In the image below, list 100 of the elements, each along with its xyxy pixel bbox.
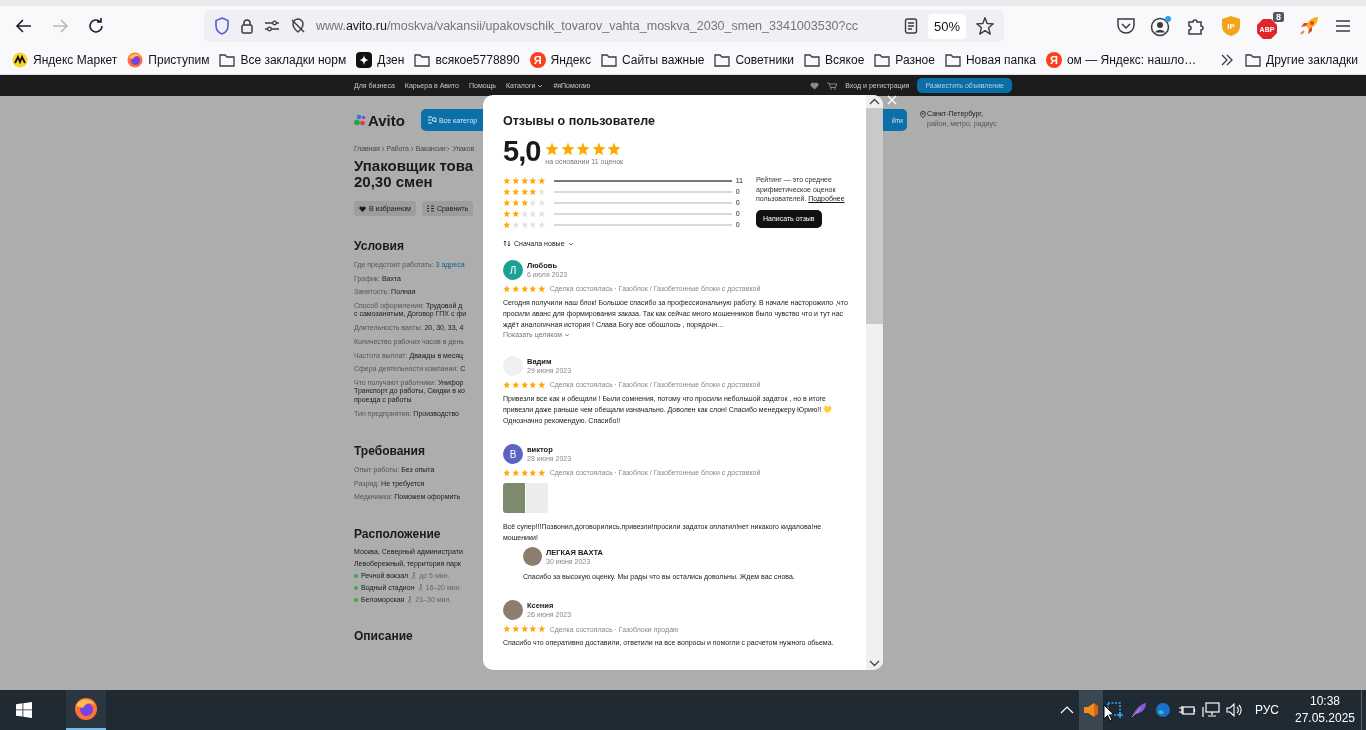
address-bar[interactable]: www.avito.ru/moskva/vakansii/upakovschik_tovarov_vahta_moskva_2030_smen_3341003530?cc 50% [204,10,1004,42]
heart-icon[interactable] [810,81,820,90]
star-icon [520,187,529,196]
folder-icon [1245,53,1262,67]
folder-icon [874,53,891,67]
firefox-icon [127,52,144,68]
star-icon [576,142,591,156]
site-logo[interactable]: Avito [354,111,421,129]
speaker-app-icon[interactable] [1083,702,1098,718]
clock-time[interactable]: 10:38 [1291,693,1359,710]
bookmark-item[interactable]: всякое5778890 [414,53,520,67]
photo-placeholder [503,600,523,621]
network-icon[interactable] [1201,702,1220,718]
scroll-down-icon[interactable] [869,660,880,667]
letter-logo-icon: Я [1045,52,1062,68]
chevron-icon [380,145,386,152]
rating-score: 5,0 [503,135,541,167]
bookmark-item[interactable]: Приступим [127,52,210,68]
walking-person-icon [417,584,423,592]
bookmark-item[interactable]: Яндекс Маркет [12,52,118,68]
chevron-icon [446,145,452,152]
star-icon [520,198,529,207]
caret-down-icon [567,241,574,246]
caret-down-icon[interactable] [537,83,544,88]
bookmark-item[interactable]: Разное [874,53,935,67]
scrollbar-thumb[interactable] [866,108,883,324]
pocket-icon[interactable] [1116,17,1136,35]
zoom-level-button[interactable]: 50% [927,13,966,39]
star-icon [520,209,529,218]
chevron-up-icon[interactable] [1059,705,1074,715]
star-icon [520,220,529,229]
star-icon [511,187,520,196]
listing-title: Упаковщик това 20,30 смен [354,158,475,190]
bookmark-item[interactable]: Я Яндекс [529,52,591,68]
metro-dot-icon [354,585,358,590]
permissions-icon[interactable] [264,19,280,33]
count-badge: 8 [1273,12,1284,22]
star-icon [520,176,529,185]
star-icon [511,209,520,218]
bookmark-item[interactable]: Дзен [356,52,405,68]
mouse-pointer-icon [1103,704,1115,722]
star-icon [607,142,622,156]
puzzle-icon[interactable] [1186,16,1206,36]
cart-icon[interactable] [827,81,838,90]
folder-icon [600,53,617,67]
walking-person-icon [407,596,413,604]
scroll-up-icon[interactable] [869,98,880,105]
feather-icon[interactable] [1130,702,1147,718]
folder-icon [714,53,731,67]
folder-icon [219,53,236,67]
section-heading: Требования [354,443,426,458]
start-icon[interactable] [16,702,32,718]
walking-person-icon [411,572,417,580]
reader-view-icon[interactable] [903,18,918,34]
bookmark-item[interactable]: Сайты важные [600,53,705,67]
user-avatar: Л [503,260,523,280]
screen-snip-icon[interactable] [1106,702,1123,718]
firefox-icon [74,697,98,721]
taskbar-app[interactable] [66,690,106,730]
bookmark-item[interactable]: Я ом — Яндекс: нашло… [1045,52,1197,68]
folder-icon [414,53,431,67]
market-icon [12,52,28,68]
metro-dot-icon [354,597,358,602]
globe-icon[interactable] [1154,702,1171,718]
star-icon [511,176,520,185]
clock-date[interactable]: 27.05.2025 [1291,710,1359,727]
tracking-blocked-icon[interactable] [290,18,306,34]
bookmark-item[interactable]: Всякое [804,53,865,67]
sparkle-icon [356,52,373,68]
photo-placeholder [523,547,542,567]
account-icon[interactable] [1150,15,1172,37]
language-indicator[interactable]: РУС [1254,703,1279,717]
folder-icon [804,53,821,67]
letter-logo-icon: Я [529,52,546,68]
section-heading: Расположение [354,526,442,541]
rocket-icon[interactable] [1298,15,1320,37]
close-icon[interactable] [887,95,897,105]
menu-icon[interactable] [1334,18,1352,34]
bookmark-item[interactable]: Новая папка [944,53,1036,67]
star-icon [591,142,606,156]
lock-icon[interactable] [240,18,254,34]
metro-dot-icon [354,573,358,578]
section-heading: Описание [354,628,414,643]
bookmark-item[interactable]: Все закладки норм [219,53,347,67]
bookmark-item[interactable]: Советники [714,53,795,67]
url-text[interactable]: www.avito.ru/moskva/vakansii/upakovschik_tovarov_vahta_moskva_2030_smen_3341003530?cc [316,19,894,33]
section-heading: Условия [354,239,405,253]
shield-icon[interactable] [214,17,230,35]
bookmark-item[interactable]: Другие закладки [1245,53,1358,67]
volume-icon[interactable] [1225,702,1244,718]
bookmark-star-icon[interactable] [976,17,994,35]
dialog-title: Отзывы о пользователе [503,114,656,129]
battery-plug-icon[interactable] [1177,703,1196,717]
star-icon [511,220,520,229]
photo-placeholder[interactable] [503,482,525,513]
user-avatar: В [503,444,523,465]
caret-down-icon [564,332,571,337]
star-icon [511,198,520,207]
star-icon [545,142,560,156]
location-pin-icon [920,110,926,118]
